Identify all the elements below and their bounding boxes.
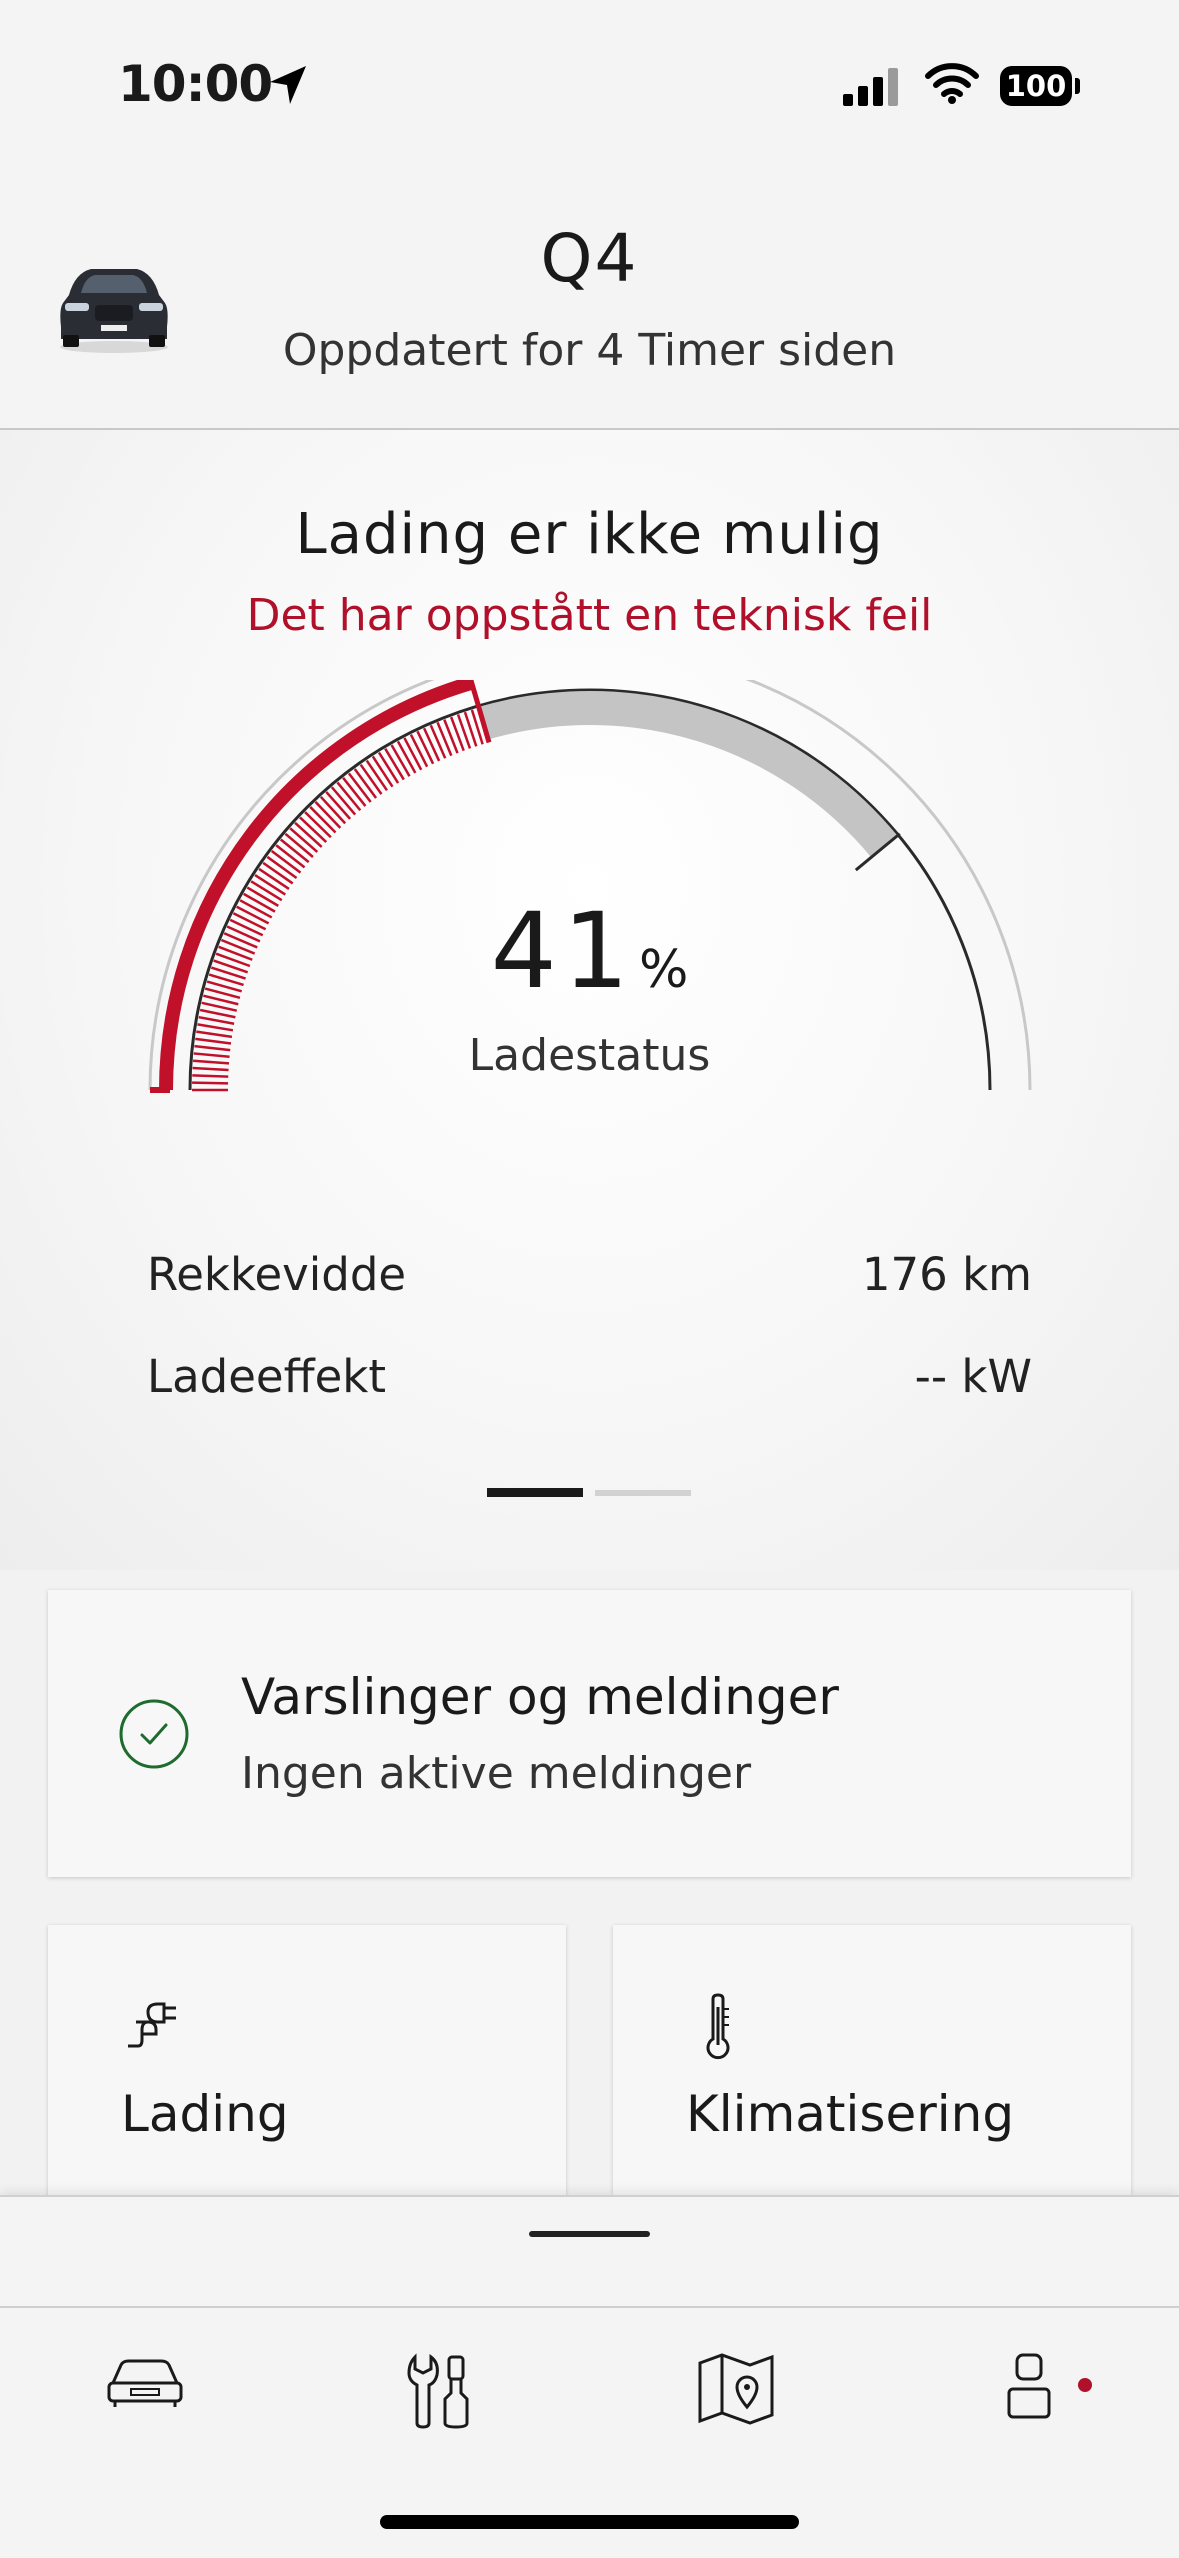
gauge-tick: [443, 719, 459, 754]
tile-climate[interactable]: Klimatisering: [613, 1925, 1131, 2205]
profile-notification-dot: [1078, 2378, 1092, 2392]
tile-charging[interactable]: Lading: [48, 1925, 566, 2205]
gauge-tick: [403, 737, 423, 771]
gauge-tick: [416, 730, 435, 765]
range-value: 176 km: [861, 1248, 1032, 1301]
vehicle-header: Q4 Oppdatert for 4 Timer siden: [0, 175, 1179, 430]
wifi-icon: [925, 63, 979, 104]
plug-icon: [128, 2002, 176, 2048]
car-icon[interactable]: [105, 2353, 185, 2413]
tile-charging-label: Lading: [121, 2085, 289, 2143]
status-bar: 10:00 100: [0, 0, 1179, 175]
charging-status-card[interactable]: Lading er ikke mulig Det har oppstått en…: [0, 430, 1179, 1570]
notifications-subtitle: Ingen aktive meldinger: [241, 1748, 752, 1799]
last-updated-text: Oppdatert for 4 Timer siden: [282, 325, 897, 376]
cellular-signal-icon: [843, 68, 898, 106]
sheet-drag-handle[interactable]: [529, 2231, 650, 2237]
charging-title: Lading er ikke mulig: [295, 502, 884, 567]
charge-percentage-label: Ladestatus: [468, 1030, 711, 1081]
charging-power-row: Ladeeffekt -- kW: [147, 1350, 1032, 1403]
charging-power-value: -- kW: [914, 1350, 1032, 1403]
gauge-tick: [409, 734, 429, 768]
gauge-tick: [422, 727, 441, 762]
vehicle-name: Q4: [540, 220, 639, 297]
range-row: Rekkevidde 176 km: [147, 1248, 1032, 1301]
page-indicator-inactive[interactable]: [595, 1490, 691, 1496]
range-label: Rekkevidde: [147, 1248, 407, 1301]
page-indicator-active[interactable]: [487, 1488, 583, 1497]
profile-icon[interactable]: [1005, 2353, 1053, 2421]
home-indicator[interactable]: [380, 2515, 799, 2529]
gauge-tick: [390, 744, 411, 777]
bottom-sheet[interactable]: [0, 2195, 1179, 2307]
gauge-tick: [396, 740, 417, 774]
status-time: 10:00: [118, 55, 273, 113]
charge-percentage: 41%: [0, 890, 1179, 1012]
battery-cap: [1075, 78, 1080, 94]
location-arrow-icon: [270, 66, 306, 104]
gauge-tick: [198, 1015, 235, 1025]
gauge-grey-band: [478, 691, 898, 858]
charging-power-label: Ladeeffekt: [147, 1350, 386, 1403]
gauge-tick: [429, 724, 447, 759]
gauge-tick: [436, 721, 453, 757]
tile-climate-label: Klimatisering: [686, 2085, 1015, 2143]
check-circle-icon: [119, 1699, 189, 1769]
charge-percentage-value: 41: [490, 890, 635, 1012]
gauge-tick: [192, 1081, 229, 1085]
tools-icon[interactable]: [405, 2353, 475, 2429]
charge-percentage-unit: %: [638, 940, 689, 1000]
notifications-card[interactable]: Varslinger og meldinger Ingen aktive mel…: [48, 1590, 1131, 1877]
gauge-tick: [384, 748, 405, 781]
thermometer-icon: [706, 1993, 730, 2060]
charging-error-message: Det har oppstått en teknisk feil: [246, 590, 933, 641]
map-icon[interactable]: [697, 2353, 775, 2425]
notifications-title: Varslinger og meldinger: [241, 1668, 839, 1726]
battery-indicator: 100: [1000, 66, 1072, 106]
